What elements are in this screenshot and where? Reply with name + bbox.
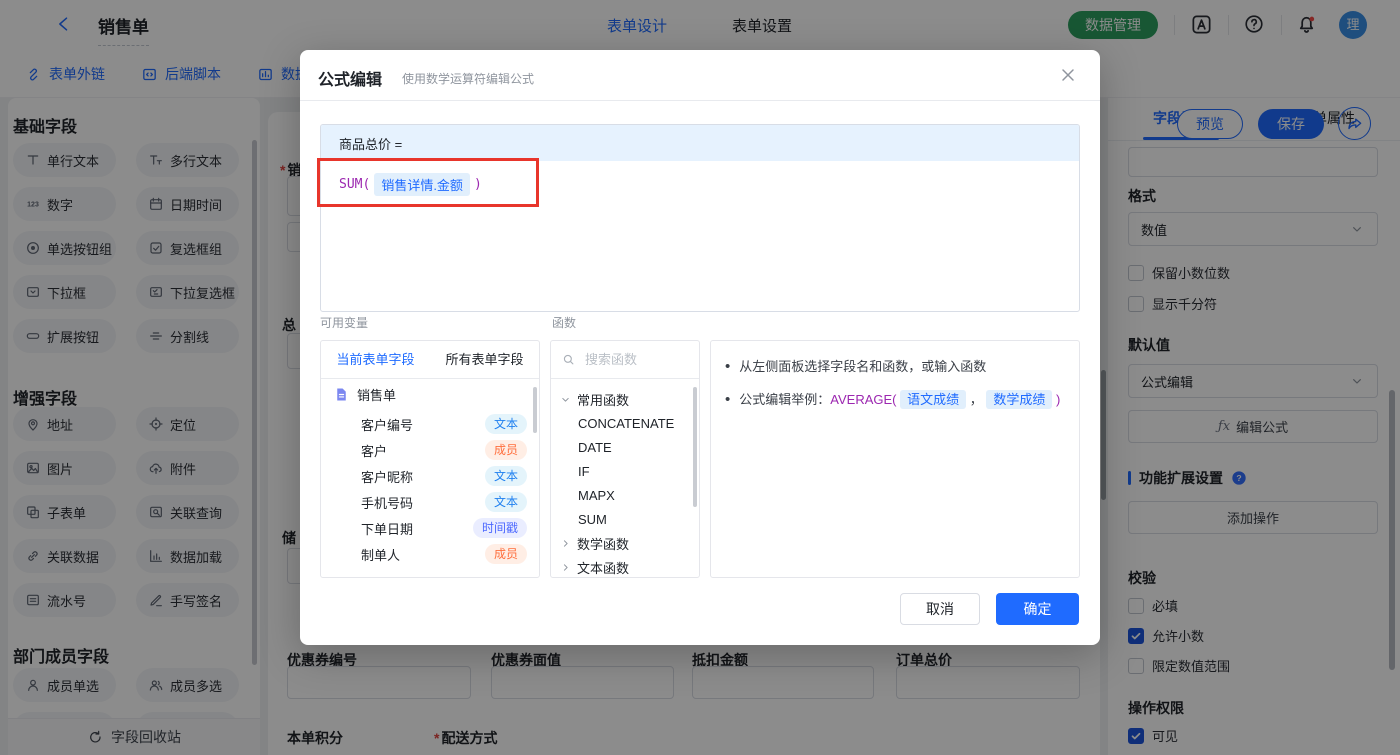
bullet: •	[725, 358, 731, 375]
variable-row-2[interactable]: 客户昵称 文本	[321, 463, 539, 489]
variables-tabs: 当前表单字段 所有表单字段	[321, 341, 539, 379]
caret-right-icon	[559, 561, 572, 574]
example-field-chip: 数学成绩	[986, 389, 1053, 409]
variable-name: 手机号码	[361, 495, 414, 511]
function-item-CONCATENATE[interactable]: CONCATENATE	[551, 411, 699, 435]
tip-line-1: • 从左侧面板选择字段名和函数，或输入函数	[725, 358, 987, 375]
variable-name: 制单人	[361, 547, 401, 563]
variable-type-badge: 时间戳	[472, 518, 527, 538]
function-item-DATE[interactable]: DATE	[551, 435, 699, 459]
bullet: •	[725, 390, 731, 408]
function-item-MAPX[interactable]: MAPX	[551, 483, 699, 507]
variables-panel: 当前表单字段 所有表单字段 销售单 客户编号 文本 客户 成员 客户昵称 文本 手机号码 文本…	[320, 340, 540, 578]
functions-panel: 常用函数 CONCATENATEDATEIFMAPXSUM 数学函数文本函数	[550, 340, 700, 578]
formula-close-paren: )	[473, 177, 482, 192]
variable-name: 下单日期	[361, 521, 414, 537]
tab-current-form-fields[interactable]: 当前表单字段	[321, 341, 430, 378]
functions-scrollbar[interactable]	[693, 387, 697, 507]
caret-right-icon	[559, 537, 572, 550]
tip-example: 公式编辑举例：AVERAGE( 语文成绩 ， 数学成绩 )	[739, 389, 1061, 409]
example-close-paren: )	[1056, 391, 1061, 407]
caret-down-icon	[559, 393, 572, 406]
functions-label: 函数	[552, 316, 577, 330]
modal-subtitle: 使用数学运算符编辑公式	[402, 72, 535, 86]
tips-panel: • 从左侧面板选择字段名和函数，或输入函数 • 公式编辑举例：AVERAGE( …	[710, 340, 1080, 578]
formula-expression[interactable]: SUM( 销售详情.金额 )	[339, 173, 482, 196]
app: 销售单 表单设计 表单设置 数据管理 理 表单外链后端脚本数据权限 预览 保存 …	[0, 0, 1400, 755]
variable-name: 客户编号	[361, 417, 414, 433]
variable-row-5[interactable]: 制单人 成员	[321, 541, 539, 567]
modal-title: 公式编辑	[318, 72, 383, 89]
function-group-0[interactable]: 常用函数	[551, 387, 699, 411]
tip-line-2: • 公式编辑举例：AVERAGE( 语文成绩 ， 数学成绩 )	[725, 389, 1065, 410]
variable-type-badge: 文本	[484, 492, 527, 512]
formula-field-chip[interactable]: 销售详情.金额	[374, 173, 470, 196]
formula-target: 商品总价 =	[321, 125, 1079, 161]
variable-row-4[interactable]: 下单日期 时间戳	[321, 515, 539, 541]
cancel-button[interactable]: 取消	[900, 593, 980, 625]
formula-editor-area[interactable]: 商品总价 = SUM( 销售详情.金额 )	[320, 124, 1080, 312]
variable-type-badge: 成员	[484, 544, 527, 564]
variables-scrollbar[interactable]	[533, 387, 537, 433]
close-icon[interactable]	[1058, 65, 1078, 85]
variable-row-1[interactable]: 客户 成员	[321, 437, 539, 463]
variable-row-0[interactable]: 客户编号 文本	[321, 411, 539, 437]
function-search-input[interactable]	[583, 351, 683, 368]
variable-type-badge: 文本	[484, 414, 527, 434]
formula-editor-modal: 公式编辑 使用数学运算符编辑公式 商品总价 = SUM( 销售详情.金额 ) 可…	[300, 50, 1100, 645]
variables-tree-root[interactable]: 销售单	[333, 385, 396, 404]
divider	[300, 100, 1100, 101]
confirm-button[interactable]: 确定	[996, 593, 1079, 625]
variables-label: 可用变量	[320, 316, 369, 330]
function-item-IF[interactable]: IF	[551, 459, 699, 483]
search-icon	[561, 352, 576, 367]
function-group-label: 文本函数	[577, 560, 630, 576]
variable-row-3[interactable]: 手机号码 文本	[321, 489, 539, 515]
function-search[interactable]	[551, 341, 699, 379]
variable-type-badge: 文本	[484, 466, 527, 486]
document-icon	[333, 386, 350, 403]
variable-name: 客户	[361, 443, 388, 459]
function-group-label: 数学函数	[577, 536, 630, 552]
example-function: AVERAGE(	[830, 391, 897, 407]
function-group-2[interactable]: 文本函数	[551, 555, 699, 577]
formula-function: SUM(	[339, 177, 371, 192]
function-group-label: 常用函数	[577, 392, 630, 408]
variable-type-badge: 成员	[484, 440, 527, 460]
function-item-SUM[interactable]: SUM	[551, 507, 699, 531]
example-field-chip: 语文成绩	[900, 389, 967, 409]
variable-name: 客户昵称	[361, 469, 414, 485]
function-group-1[interactable]: 数学函数	[551, 531, 699, 555]
tab-all-form-fields[interactable]: 所有表单字段	[430, 341, 539, 378]
